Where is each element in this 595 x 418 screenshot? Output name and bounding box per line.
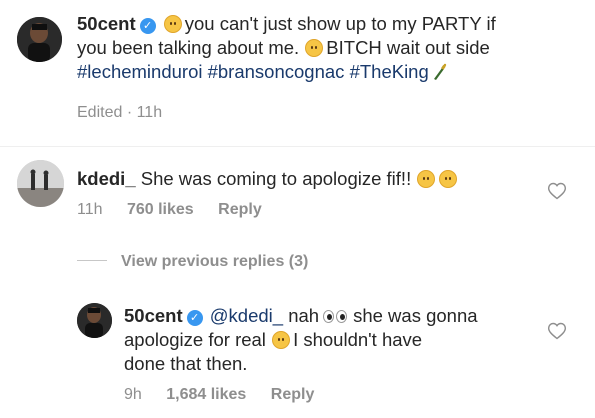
post-meta: Edited · 11h: [77, 104, 163, 121]
heart-icon[interactable]: [547, 181, 567, 201]
avatar-image: [17, 17, 62, 62]
eyes-emoji-icon: [323, 308, 349, 324]
reply-text-line2: apologize for real: [124, 329, 266, 350]
post-time[interactable]: 11h: [137, 104, 163, 121]
reply-reply-button[interactable]: Reply: [271, 386, 315, 403]
view-previous-label[interactable]: View previous replies (3): [121, 253, 308, 270]
view-previous-replies[interactable]: View previous replies (3): [77, 253, 308, 271]
champagne-icon: [433, 63, 446, 80]
hashtag-link[interactable]: #bransoncognac: [208, 61, 345, 82]
reply-body: 50cent ✓ @kdedi_ nah she was gonna apologi…: [124, 304, 534, 376]
reply-text-2: she was gonna: [353, 305, 478, 326]
reply-time[interactable]: 9h: [124, 386, 142, 403]
divider: [0, 146, 595, 147]
thinking-emoji-icon: [163, 15, 182, 33]
avatar-image: [17, 160, 64, 207]
tears-of-joy-emoji-icon: [417, 170, 436, 188]
comment-meta: 11h 760 likes Reply: [77, 201, 262, 219]
verified-badge-icon: ✓: [186, 310, 203, 326]
post-username[interactable]: 50cent: [77, 13, 136, 34]
reply-text-1: nah: [288, 305, 320, 326]
caption-text-2: you been talking about me.: [77, 37, 300, 58]
comment-reply-button[interactable]: Reply: [218, 201, 262, 218]
heart-icon[interactable]: [547, 321, 567, 341]
reply-username[interactable]: 50cent: [124, 305, 183, 326]
avatar-image: [77, 303, 112, 338]
reply-text-line3: done that then.: [124, 353, 248, 374]
comment-likes[interactable]: 760 likes: [127, 201, 194, 218]
tears-of-joy-emoji-icon: [439, 170, 458, 188]
verified-badge-icon: ✓: [139, 18, 156, 34]
hashtag-link[interactable]: #TheKing: [350, 61, 429, 82]
caption-text-1: you can't just show up to my PARTY if: [184, 13, 496, 34]
mention-link[interactable]: @kdedi_: [210, 305, 283, 326]
smirk-emoji-icon: [305, 39, 324, 57]
replies-line: [77, 260, 107, 261]
avatar-50cent-post[interactable]: [17, 17, 62, 62]
reply-text-3: I shouldn't have: [293, 329, 423, 350]
worried-emoji-icon: [272, 331, 291, 349]
hashtag-link[interactable]: #lecheminduroi: [77, 61, 202, 82]
avatar-kdedi[interactable]: [17, 160, 64, 207]
avatar-50cent-reply[interactable]: [77, 303, 112, 338]
comment-body: kdedi_ She was coming to apologize fif!!: [77, 167, 460, 191]
reply-likes[interactable]: 1,684 likes: [166, 386, 246, 403]
post-caption: 50cent ✓ you can't just show up to my PAR…: [77, 12, 577, 84]
comment-time[interactable]: 11h: [77, 201, 103, 218]
comment-username[interactable]: kdedi_: [77, 168, 136, 189]
reply-meta: 9h 1,684 likes Reply: [124, 386, 314, 404]
comment-text: She was coming to apologize fif!!: [140, 168, 412, 189]
caption-text-3: BITCH wait out side: [326, 37, 490, 58]
edited-label: Edited: [77, 104, 123, 121]
